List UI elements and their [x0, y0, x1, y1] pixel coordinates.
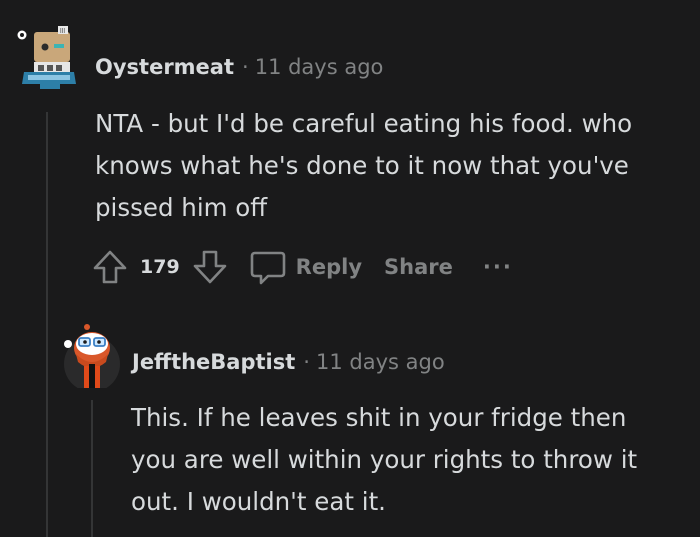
downvote-button[interactable] — [190, 247, 230, 287]
timestamp-link[interactable]: 11 days ago — [255, 55, 384, 79]
avatar-jefftheb[interactable] — [62, 320, 122, 392]
timestamp-link[interactable]: 11 days ago — [316, 350, 445, 374]
comment-bubble-icon — [250, 251, 285, 285]
upvote-icon — [93, 250, 127, 284]
downvote-icon — [193, 250, 226, 284]
upvote-button[interactable] — [90, 247, 130, 287]
svg-text:lll: lll — [60, 28, 65, 35]
avatar-oystermeat-image: lll — [17, 26, 76, 89]
share-button[interactable]: Share — [384, 255, 453, 279]
thread-line-reply[interactable] — [91, 400, 93, 537]
username-link[interactable]: JefftheBaptist — [132, 350, 295, 374]
reply-label: Reply — [295, 255, 363, 279]
reply-body: This. If he leaves shit in your fridge t… — [131, 403, 638, 516]
meta-separator: · — [242, 55, 249, 79]
avatar-oystermeat[interactable]: lll — [14, 24, 80, 94]
username-link[interactable]: Oystermeat — [95, 55, 234, 79]
reply-button[interactable]: Reply — [248, 247, 362, 287]
comment-body: NTA - but I'd be careful eating his food… — [95, 109, 633, 222]
meta-separator: · — [303, 350, 310, 374]
comment-actions: 179 Reply Share ··· — [90, 247, 513, 287]
vote-count: 179 — [140, 256, 180, 278]
avatar-jefftheb-image — [64, 324, 120, 392]
thread-line-root[interactable] — [46, 112, 48, 537]
comment-meta: Oystermeat · 11 days ago — [95, 55, 383, 79]
more-button[interactable]: ··· — [483, 255, 513, 279]
reply-meta: JefftheBaptist · 11 days ago — [132, 350, 445, 374]
more-icon: ··· — [482, 255, 513, 279]
